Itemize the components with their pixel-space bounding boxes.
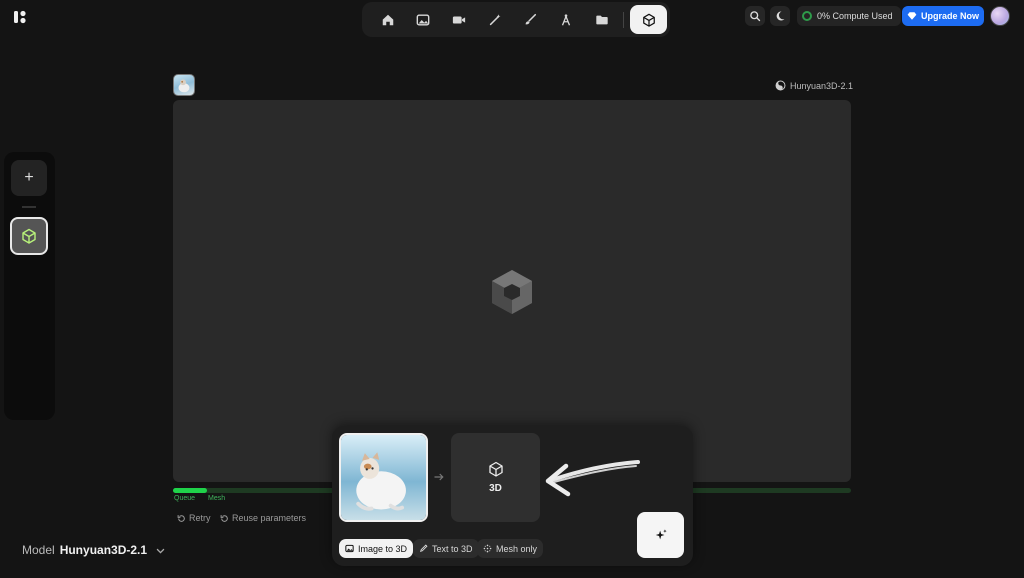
stage-label-mesh: Mesh xyxy=(208,495,226,502)
upgrade-button[interactable]: Upgrade Now xyxy=(902,6,984,26)
folder-icon xyxy=(595,15,608,24)
retry-label: Retry xyxy=(189,513,211,523)
krea-logo-icon[interactable] xyxy=(12,9,28,25)
model-selector-label: Model xyxy=(22,543,55,557)
search-button[interactable] xyxy=(745,6,765,26)
model-tag: Hunyuan3D-2.1 xyxy=(775,80,853,91)
tool-video[interactable] xyxy=(441,6,477,34)
source-image-thumbnail[interactable] xyxy=(173,74,195,96)
annotation-arrow-icon xyxy=(545,460,640,497)
reuse-label: Reuse parameters xyxy=(232,513,307,523)
hunyuan-logo-icon xyxy=(775,80,786,91)
brush-icon xyxy=(525,13,537,24)
usage-ring-icon xyxy=(802,11,812,21)
mesh-icon xyxy=(483,544,492,553)
avatar[interactable] xyxy=(990,6,1010,26)
progress-fill xyxy=(173,488,207,493)
tool-image[interactable] xyxy=(406,6,442,34)
refresh-icon xyxy=(220,514,228,522)
cat-input-image xyxy=(341,435,426,520)
search-icon xyxy=(750,11,761,22)
tab-label: Mesh only xyxy=(496,543,538,554)
cube-icon xyxy=(488,461,503,477)
compute-label: 0% Compute Used xyxy=(817,11,893,21)
tool-3d[interactable] xyxy=(630,5,667,34)
compass-icon xyxy=(561,13,571,25)
refresh-icon xyxy=(177,514,185,522)
compute-usage[interactable]: 0% Compute Used xyxy=(797,6,901,26)
input-image[interactable] xyxy=(339,433,428,522)
output-3d-box[interactable]: 3D xyxy=(451,433,540,522)
image-icon xyxy=(417,13,430,26)
sparkle-icon xyxy=(655,529,667,540)
model-selector-value: Hunyuan3D-2.1 xyxy=(59,543,148,557)
arrow-right-icon xyxy=(434,473,444,481)
sidebar-divider xyxy=(22,206,36,208)
chevron-down-icon xyxy=(156,548,165,553)
tool-edit[interactable] xyxy=(513,6,549,34)
model-tag-label: Hunyuan3D-2.1 xyxy=(790,80,854,91)
plus-icon: + xyxy=(24,169,34,186)
tab-label: Image to 3D xyxy=(358,543,408,554)
cat-thumbnail-image xyxy=(178,79,190,93)
model-selector[interactable]: Model Hunyuan3D-2.1 xyxy=(22,543,166,557)
cube-placeholder-icon xyxy=(492,270,532,314)
home-icon xyxy=(382,14,394,25)
output-label: 3D xyxy=(489,483,502,494)
diamond-icon xyxy=(907,12,917,20)
stage-label-queue: Queue xyxy=(174,495,196,502)
pen-icon xyxy=(419,544,428,553)
tab-label: Text to 3D xyxy=(432,543,473,554)
magic-wand-icon xyxy=(489,13,501,25)
history-item[interactable] xyxy=(10,217,48,255)
tab-image-to-3d[interactable]: Image to 3D xyxy=(339,539,414,558)
new-generation-button[interactable]: + xyxy=(11,160,47,196)
upgrade-label: Upgrade Now xyxy=(920,11,979,21)
tool-train[interactable] xyxy=(548,6,584,34)
moon-icon xyxy=(776,11,785,21)
retry-button[interactable]: Retry xyxy=(177,513,211,523)
theme-toggle-button[interactable] xyxy=(770,6,790,26)
toolbar-divider xyxy=(623,11,625,28)
cube-icon xyxy=(22,228,36,244)
tool-enhance[interactable] xyxy=(477,6,513,34)
top-toolbar xyxy=(362,2,670,37)
reuse-parameters-button[interactable]: Reuse parameters xyxy=(220,513,306,523)
image-icon xyxy=(345,544,354,553)
cube-icon xyxy=(642,13,655,27)
video-icon xyxy=(452,16,466,23)
tab-text-to-3d[interactable]: Text to 3D xyxy=(413,539,479,558)
tool-home[interactable] xyxy=(370,6,406,34)
tool-assets[interactable] xyxy=(584,6,620,34)
tab-mesh-only[interactable]: Mesh only xyxy=(477,539,544,558)
generate-button[interactable] xyxy=(637,512,684,558)
